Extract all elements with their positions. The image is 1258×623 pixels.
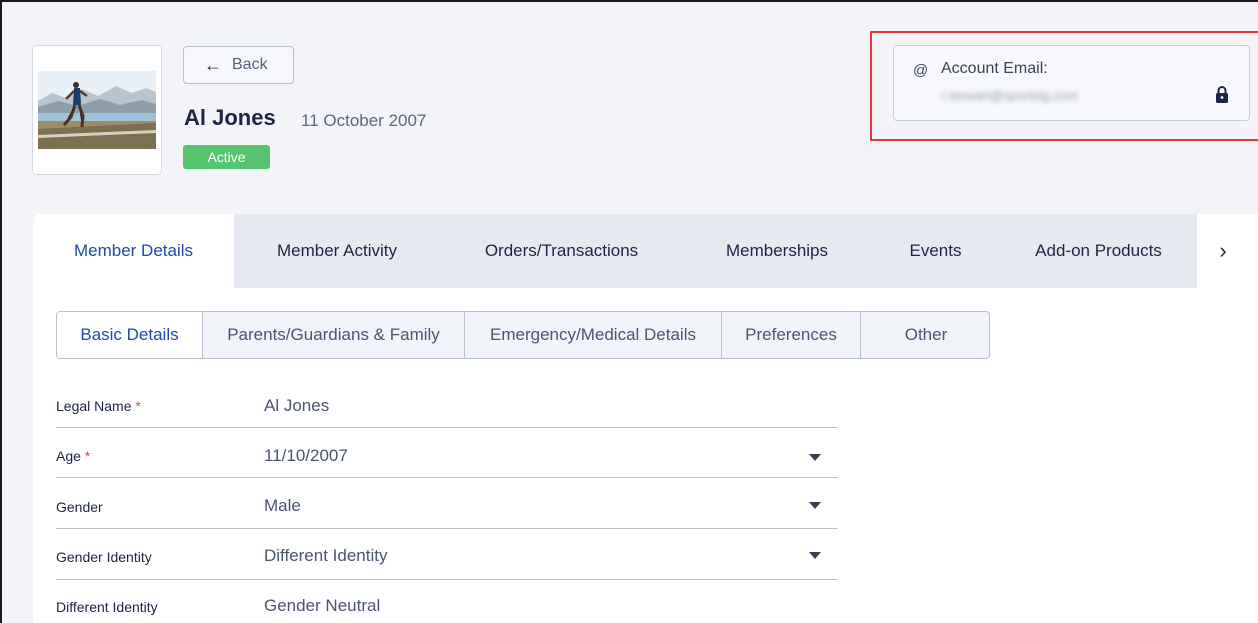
required-marker: * [135,398,141,414]
member-details-card: Member Details Member Activity Orders/Tr… [33,214,1258,623]
arrow-left-icon: ← [204,54,222,75]
field-divider [56,427,838,428]
different-identity-label: Different Identity [56,599,158,615]
tab-orders-transactions[interactable]: Orders/Transactions [440,214,683,288]
tab-memberships[interactable]: Memberships [683,214,871,288]
status-badge: Active [183,145,270,169]
caret-down-icon[interactable] [809,552,821,559]
age-field[interactable]: 11/10/2007 [264,446,348,466]
caret-down-icon[interactable] [809,454,821,461]
legal-name-label: Legal Name * [56,398,141,414]
subtab-preferences[interactable]: Preferences [722,312,861,358]
tab-add-on-products[interactable]: Add-on Products [1000,214,1197,288]
back-label: Back [232,56,268,73]
chevron-right-icon[interactable]: › [1203,214,1243,288]
caret-down-icon[interactable] [809,502,821,509]
field-divider [56,477,838,478]
main-tabs: Member Details Member Activity Orders/Tr… [33,214,1258,288]
member-name: Al Jones [184,105,276,130]
sub-tabs: Basic Details Parents/Guardians & Family… [56,311,990,359]
age-label: Age * [56,448,91,464]
subtab-other[interactable]: Other [861,312,989,358]
back-button[interactable]: ← Back [183,46,294,84]
avatar [32,45,162,175]
field-divider [56,579,838,580]
gender-label: Gender [56,499,103,515]
required-marker: * [84,448,91,464]
member-profile-page: ← Back Al Jones 11 October 2007 Active @… [0,0,1258,623]
tab-events[interactable]: Events [871,214,1000,288]
legal-name-field[interactable]: Al Jones [264,396,329,416]
gender-identity-select[interactable]: Different Identity [264,546,387,566]
subtab-parents-guardians-family[interactable]: Parents/Guardians & Family [203,312,465,358]
lock-icon [1216,86,1228,103]
subtab-emergency-medical-details[interactable]: Emergency/Medical Details [465,312,722,358]
account-email-value: r.stewart@sportstg.com [941,88,1078,103]
subtab-basic-details[interactable]: Basic Details [57,312,203,358]
member-photo [38,71,156,149]
field-divider [56,528,838,529]
tab-member-details[interactable]: Member Details [33,214,234,288]
gender-select[interactable]: Male [264,496,301,516]
member-dob: 11 October 2007 [301,111,427,130]
account-email-label: Account Email: [941,60,1048,77]
different-identity-field[interactable]: Gender Neutral [264,596,380,616]
gender-identity-label: Gender Identity [56,549,152,565]
tab-member-activity[interactable]: Member Activity [234,214,440,288]
at-sign-icon: @ [913,62,929,79]
account-email-card: @ Account Email: r.stewart@sportstg.com [893,45,1250,121]
